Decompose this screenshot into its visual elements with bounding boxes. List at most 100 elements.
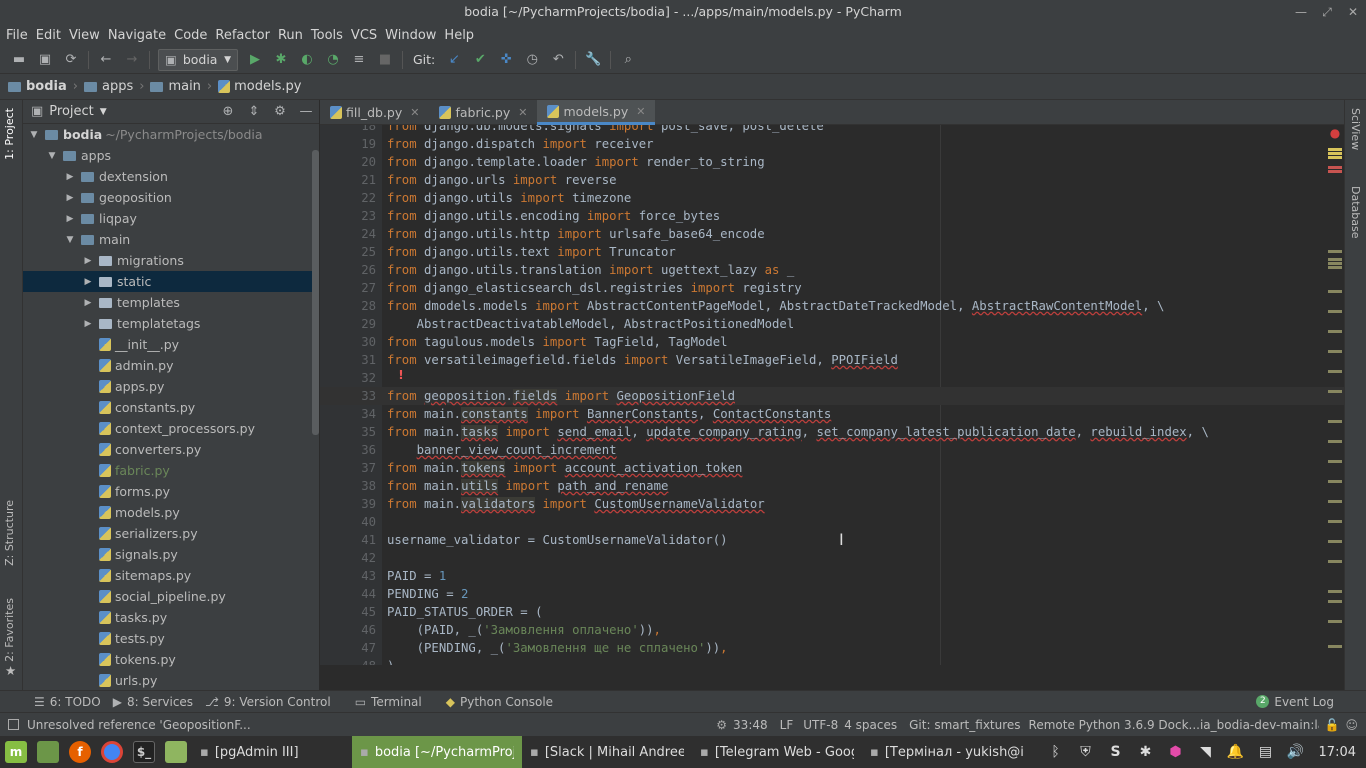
error-stripe-mark[interactable] <box>1328 645 1342 648</box>
status-message[interactable]: Unresolved reference 'GeopositionF... <box>27 718 251 732</box>
terminal-launcher-icon[interactable]: $_ <box>133 741 155 763</box>
code-line[interactable]: 38 from main.utils import path_and_rename <box>320 477 1344 495</box>
code-line[interactable]: 31 from versatileimagefield.fields import… <box>320 351 1344 369</box>
menu-file[interactable]: File <box>2 28 32 43</box>
breadcrumb-item-apps[interactable]: apps › <box>83 79 150 94</box>
tab-project-tool[interactable]: 1: Project <box>3 108 16 160</box>
code-line[interactable]: 37 from main.tokens import account_activa… <box>320 459 1344 477</box>
chevron-right-icon[interactable]: ▶ <box>81 277 95 287</box>
tree-file[interactable]: context_processors.py <box>23 418 319 439</box>
error-stripe-mark[interactable] <box>1328 170 1342 173</box>
error-stripe-mark[interactable] <box>1328 266 1342 269</box>
error-stripe-mark[interactable] <box>1328 520 1342 523</box>
history-icon[interactable]: ◷ <box>519 49 545 71</box>
hide-panel-icon[interactable]: — <box>293 104 319 119</box>
gear-icon[interactable]: ⚙ <box>267 104 293 119</box>
chevron-right-icon[interactable]: ▶ <box>63 214 77 224</box>
settings-icon[interactable]: ⚙ <box>716 718 727 732</box>
error-stripe-mark[interactable] <box>1328 420 1342 423</box>
tool-services[interactable]: ▶ 8: Services <box>113 695 193 709</box>
tree-file[interactable]: constants.py <box>23 397 319 418</box>
breadcrumb-item-bodia[interactable]: bodia › <box>8 79 84 94</box>
tree-file[interactable]: __init__.py <box>23 334 319 355</box>
tree-file[interactable]: forms.py <box>23 481 319 502</box>
python-interpreter[interactable]: Remote Python 3.6.9 Dock...ia_bodia-dev-… <box>1029 718 1319 732</box>
tree-file[interactable]: tests.py <box>23 628 319 649</box>
error-stripe-mark[interactable] <box>1328 156 1342 159</box>
error-stripe-mark[interactable] <box>1328 560 1342 563</box>
taskbar-app[interactable]: ▪ [Slack | Mihail Andree... <box>522 736 692 768</box>
code-line[interactable]: 23 from django.utils.encoding import forc… <box>320 207 1344 225</box>
code-line[interactable]: 41 username_validator = CustomUsernameVal… <box>320 531 1344 549</box>
code-line[interactable]: 43 PAID = 1 <box>320 567 1344 585</box>
code-line[interactable]: 32 <box>320 369 1344 387</box>
code-line[interactable]: 25 from django.utils.text import Truncato… <box>320 243 1344 261</box>
chrome-icon[interactable] <box>101 741 123 763</box>
file-encoding[interactable]: UTF-8 <box>803 718 838 732</box>
error-stripe-mark[interactable] <box>1328 620 1342 623</box>
coverage-icon[interactable]: ◐ <box>294 49 320 71</box>
git-update-icon[interactable]: ↙ <box>441 49 467 71</box>
caret-position[interactable]: 33:48 <box>733 718 768 732</box>
tab-sciview[interactable]: SciView <box>1349 108 1362 150</box>
volume-icon[interactable]: 🔊 <box>1281 744 1311 760</box>
chevron-right-icon[interactable]: ▶ <box>63 172 77 182</box>
close-icon[interactable]: ✕ <box>1340 0 1366 24</box>
code-line[interactable]: 30 from tagulous.models import TagField, … <box>320 333 1344 351</box>
tool-terminal[interactable]: ▭ Terminal <box>355 695 422 709</box>
mint-menu-icon[interactable]: m <box>5 741 27 763</box>
code-line[interactable]: 45 PAID_STATUS_ORDER = ( <box>320 603 1344 621</box>
profile-icon[interactable]: ◔ <box>320 49 346 71</box>
menu-edit[interactable]: Edit <box>32 28 65 43</box>
code-line[interactable]: 34 from main.constants import BannerConst… <box>320 405 1344 423</box>
menu-view[interactable]: View <box>65 28 104 43</box>
code-line[interactable]: 24 from django.utils.http import urlsafe_… <box>320 225 1344 243</box>
bluetooth-icon[interactable]: ᛒ <box>1041 744 1071 760</box>
error-stripe-mark[interactable] <box>1328 310 1342 313</box>
inspector-icon[interactable]: ☺ <box>1345 718 1358 732</box>
error-indicator-icon[interactable]: ● <box>1328 126 1342 140</box>
tree-file[interactable]: tokens.py <box>23 649 319 670</box>
menu-help[interactable]: Help <box>440 28 478 43</box>
menu-run[interactable]: Run <box>274 28 307 43</box>
indent-setting[interactable]: 4 spaces <box>844 718 897 732</box>
close-tab-icon[interactable]: ✕ <box>410 106 419 119</box>
code-line[interactable]: 47 (PENDING, _('Замовлення ще не сплачен… <box>320 639 1344 657</box>
tree-folder-static[interactable]: ▶ static <box>23 271 319 292</box>
jetbrains-toolbox-icon[interactable]: ⬢ <box>1161 744 1191 760</box>
menu-refactor[interactable]: Refactor <box>211 28 274 43</box>
code-line[interactable]: 39 from main.validators import CustomUser… <box>320 495 1344 513</box>
tool-event-log[interactable]: 2 Event Log <box>1256 695 1334 709</box>
notifications-icon[interactable]: 🔔 <box>1221 744 1251 760</box>
tree-folder-geoposition[interactable]: ▶ geoposition <box>23 187 319 208</box>
breadcrumb-item-models[interactable]: models.py <box>218 79 301 94</box>
line-separator[interactable]: LF <box>780 718 794 732</box>
breadcrumb-item-main[interactable]: main › <box>150 79 218 94</box>
error-stripe-mark[interactable] <box>1328 152 1342 155</box>
tab-database[interactable]: Database <box>1349 186 1362 239</box>
sync-icon[interactable]: ⟳ <box>58 49 84 71</box>
tool-python-console[interactable]: ◆ Python Console <box>446 695 553 709</box>
error-stripe-mark[interactable] <box>1328 370 1342 373</box>
forward-icon[interactable]: → <box>119 49 145 71</box>
code-line[interactable]: 46 (PAID, _('Замовлення оплачено')), <box>320 621 1344 639</box>
error-stripe-mark[interactable] <box>1328 500 1342 503</box>
error-stripe-mark[interactable] <box>1328 250 1342 253</box>
chevron-down-icon[interactable]: ▼ <box>63 235 77 245</box>
tree-file[interactable]: social_pipeline.py <box>23 586 319 607</box>
taskbar-app[interactable]: ▪ [Telegram Web - Goog... <box>692 736 862 768</box>
tab-fabric[interactable]: fabric.py ✕ <box>429 100 537 125</box>
files-icon[interactable] <box>165 741 187 763</box>
error-stripe-mark[interactable] <box>1328 460 1342 463</box>
tree-folder-migrations[interactable]: ▶ migrations <box>23 250 319 271</box>
taskbar-app[interactable]: ▪ [Термінал - yukish@iv... <box>862 736 1032 768</box>
open-folder-icon[interactable]: ▬ <box>6 49 32 71</box>
tree-folder-dextension[interactable]: ▶ dextension <box>23 166 319 187</box>
chevron-down-icon[interactable]: ▼ <box>100 107 107 117</box>
clipboard-icon[interactable]: ▤ <box>1251 744 1281 760</box>
error-stripe-mark[interactable] <box>1328 590 1342 593</box>
firefox-icon[interactable]: f <box>69 741 91 763</box>
code-line[interactable]: 33 from geoposition.fields import Geoposi… <box>320 387 1344 405</box>
chevron-right-icon[interactable]: ▶ <box>63 193 77 203</box>
tree-file[interactable]: urls.py <box>23 670 319 691</box>
